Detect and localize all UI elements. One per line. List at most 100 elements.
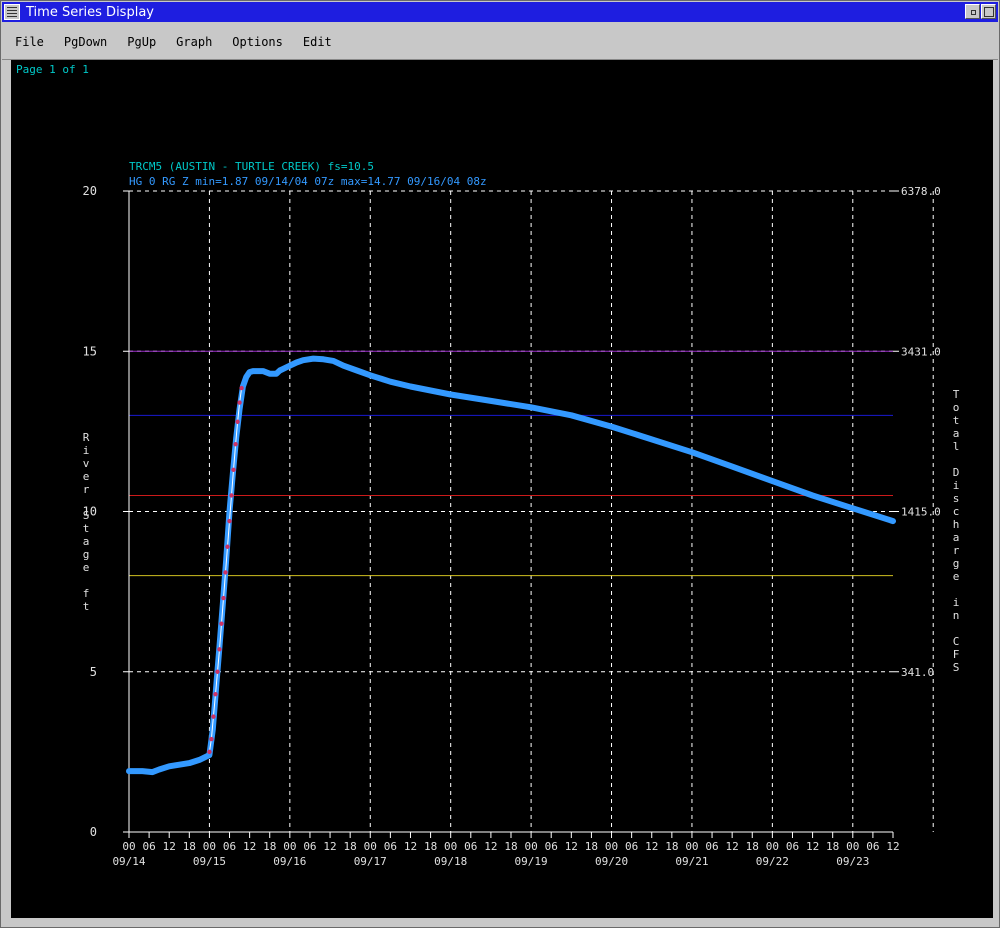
y-tick-label: 20 — [83, 184, 97, 198]
axis-label-char: r — [953, 544, 960, 557]
axis-label-char: r — [83, 483, 90, 496]
observed-point — [235, 419, 240, 424]
x-hour-label: 06 — [625, 840, 638, 853]
app-window: Time Series Display File PgDown PgUp Gra… — [0, 0, 1000, 928]
axis-label-char: o — [953, 401, 960, 414]
observed-point — [225, 544, 230, 549]
x-date-label: 09/19 — [515, 855, 548, 868]
observed-point — [211, 714, 216, 719]
x-date-label: 09/16 — [273, 855, 306, 868]
x-hour-label: 12 — [565, 840, 578, 853]
menu-file[interactable]: File — [12, 33, 47, 51]
title-bar[interactable]: Time Series Display — [2, 2, 998, 22]
x-hour-label: 18 — [263, 840, 276, 853]
x-hour-label: 06 — [866, 840, 879, 853]
observed-point — [239, 385, 244, 391]
page-indicator: Page 1 of 1 — [16, 63, 89, 76]
x-hour-label: 18 — [665, 840, 678, 853]
chart-subtitle: HG 0 RG Z min=1.87 09/14/04 07z max=14.7… — [129, 175, 487, 188]
y2-tick-label: 341.0 — [901, 666, 934, 679]
menu-options[interactable]: Options — [229, 33, 286, 51]
observed-point — [227, 518, 232, 524]
x-hour-label: 18 — [826, 840, 839, 853]
y-tick-label: 15 — [83, 344, 97, 358]
x-hour-label: 06 — [223, 840, 236, 853]
menu-graph[interactable]: Graph — [173, 33, 215, 51]
menu-pgup[interactable]: PgUp — [124, 33, 159, 51]
x-hour-label: 00 — [605, 840, 618, 853]
axis-label-char: s — [953, 492, 960, 505]
x-hour-label: 00 — [846, 840, 859, 853]
x-hour-label: 18 — [344, 840, 357, 853]
y2-tick-label: 1415.0 — [901, 506, 941, 519]
x-hour-label: 18 — [504, 840, 517, 853]
observed-point — [207, 749, 212, 755]
x-hour-label: 00 — [685, 840, 698, 853]
y-axis-label: RiverStageft — [83, 431, 90, 613]
y-tick-label: 0 — [90, 825, 97, 839]
x-hour-label: 12 — [323, 840, 336, 853]
window-menu-icon[interactable] — [4, 4, 20, 20]
graph-canvas[interactable]: Page 1 of 1 TRCM5 (AUSTIN - TURTLE CREEK… — [11, 60, 993, 918]
maximize-button[interactable] — [981, 4, 996, 19]
axis-label-char: g — [953, 557, 960, 570]
axis-label-char: a — [83, 535, 90, 548]
x-hour-label: 06 — [303, 840, 316, 853]
x-hour-label: 00 — [524, 840, 537, 853]
x-hour-label: 06 — [705, 840, 718, 853]
axis-label-char: S — [953, 661, 960, 674]
minimize-button[interactable] — [965, 4, 980, 19]
observed-point — [209, 736, 214, 742]
x-hour-label: 00 — [203, 840, 216, 853]
axis-label-char: v — [83, 457, 90, 470]
y-tick-label: 5 — [90, 665, 97, 679]
observed-point — [223, 570, 228, 575]
observed-point — [217, 647, 222, 652]
x-date-label: 09/17 — [354, 855, 387, 868]
observed-point — [229, 493, 234, 498]
menu-pgdown[interactable]: PgDown — [61, 33, 110, 51]
x-hour-label: 18 — [424, 840, 437, 853]
axis-label-char: t — [83, 522, 90, 535]
x-hour-label: 18 — [746, 840, 759, 853]
axis-label-char: D — [953, 466, 960, 479]
x-date-label: 09/14 — [112, 855, 145, 868]
x-hour-label: 18 — [183, 840, 196, 853]
x-hour-label: 00 — [364, 840, 377, 853]
observed-point — [219, 621, 224, 626]
menu-edit[interactable]: Edit — [300, 33, 335, 51]
grid-layer — [129, 190, 934, 832]
axis-label-char: e — [83, 561, 90, 574]
x-hour-label: 12 — [243, 840, 256, 853]
x-hour-label: 06 — [545, 840, 558, 853]
axis-label-char: a — [953, 531, 960, 544]
axis-label-char: i — [953, 596, 960, 609]
menu-bar: File PgDown PgUp Graph Options Edit — [2, 24, 998, 60]
y2-tick-label: 6378.0 — [901, 185, 941, 198]
axis-label-char: t — [953, 414, 960, 427]
observed-point — [221, 595, 226, 601]
axis-label-char: C — [953, 635, 960, 648]
forecast-series-line — [126, 355, 896, 776]
x-hour-label: 00 — [766, 840, 779, 853]
x-date-label: 09/21 — [675, 855, 708, 868]
x-hour-label: 12 — [645, 840, 658, 853]
x-hour-label: 00 — [283, 840, 296, 853]
chart-title: TRCM5 (AUSTIN - TURTLE CREEK) fs=10.5 — [129, 160, 374, 173]
axis-label-char: c — [953, 505, 960, 518]
axis-labels: 05101520341.01415.03431.06378.000 06 12 18 0… — [83, 184, 960, 868]
axis-label-char: F — [953, 648, 960, 661]
axis-label-char: e — [953, 570, 960, 583]
axis-label-char: f — [83, 587, 90, 600]
x-hour-label: 12 — [726, 840, 739, 853]
time-series-chart: Page 1 of 1 TRCM5 (AUSTIN - TURTLE CREEK… — [16, 63, 960, 868]
x-hour-label: 12 — [163, 840, 176, 853]
x-hour-label: 06 — [464, 840, 477, 853]
x-hour-label: 18 — [585, 840, 598, 853]
y2-axis-label: TotalDischargeinCFS — [953, 388, 960, 674]
x-hour-label: 06 — [142, 840, 155, 853]
axis-label-char: i — [953, 479, 960, 492]
observed-point — [233, 441, 238, 447]
axes — [123, 190, 899, 838]
x-date-label: 09/20 — [595, 855, 628, 868]
